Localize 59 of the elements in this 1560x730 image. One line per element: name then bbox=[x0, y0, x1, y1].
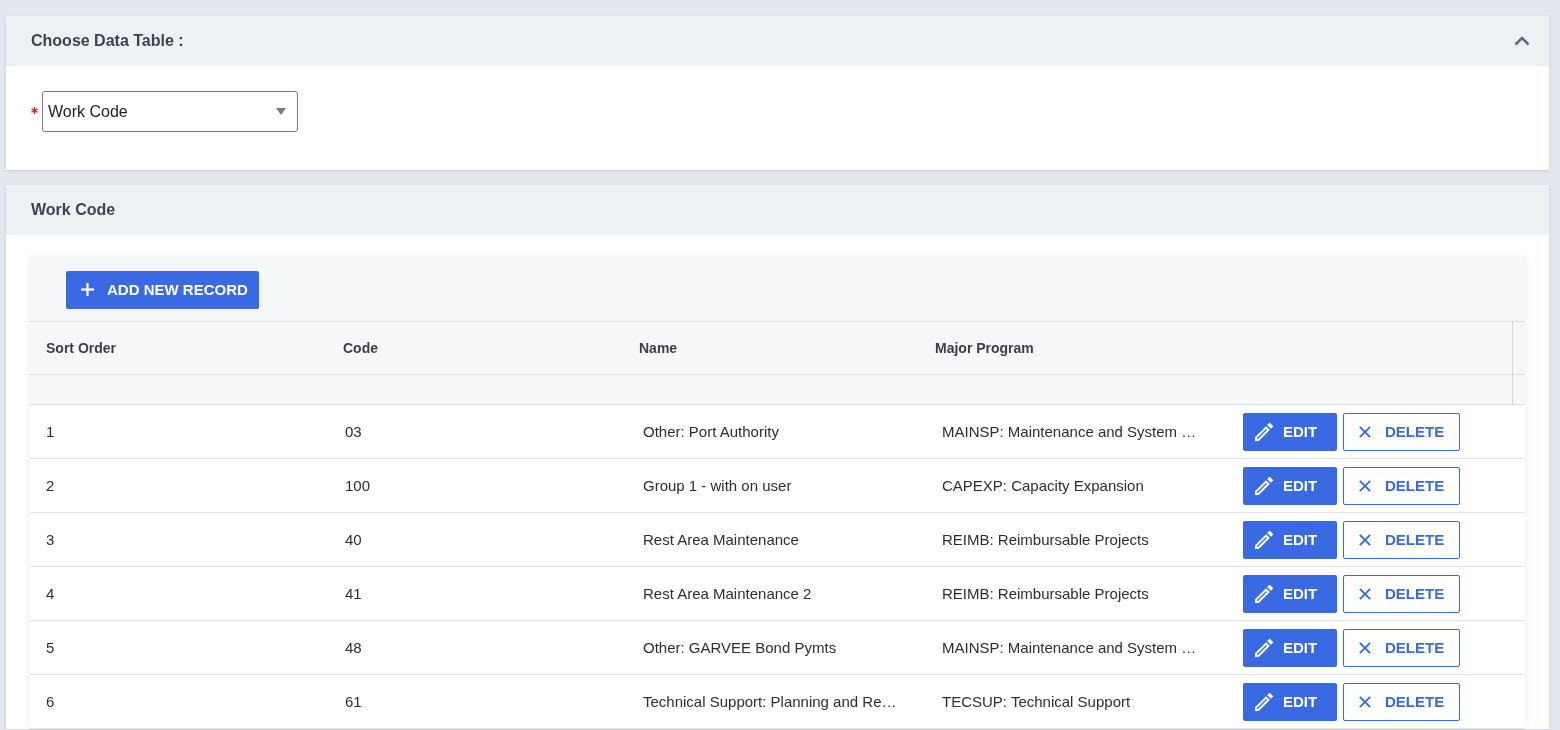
pencil-icon bbox=[1255, 422, 1273, 441]
add-record-button[interactable]: ADD NEW RECORD bbox=[66, 270, 259, 309]
table-cell: 6 bbox=[46, 693, 55, 710]
delete-button[interactable]: DELETE bbox=[1343, 628, 1460, 667]
pencil-icon bbox=[1255, 638, 1273, 657]
panel-title: Work Code bbox=[31, 201, 116, 219]
table-cell: Rest Area Maintenance 2 bbox=[643, 585, 812, 602]
table-cell: Other: Port Authority bbox=[643, 423, 779, 440]
table-cell: 40 bbox=[345, 531, 362, 548]
edit-button[interactable]: EDIT bbox=[1243, 682, 1337, 721]
table-cell: TECSUP: Technical Support bbox=[942, 693, 1131, 710]
close-icon bbox=[1359, 695, 1371, 708]
panel-title: Choose Data Table : bbox=[31, 32, 184, 50]
table-cell: 2 bbox=[46, 477, 55, 494]
table-cell: 5 bbox=[46, 639, 55, 656]
table-cell: 1 bbox=[46, 423, 55, 440]
table-cell: MAINSP: Maintenance and System … bbox=[942, 423, 1197, 440]
column-header[interactable]: Code bbox=[343, 340, 378, 356]
column-header[interactable]: Name bbox=[639, 340, 678, 356]
delete-button[interactable]: DELETE bbox=[1343, 682, 1460, 721]
column-header[interactable]: Major Program bbox=[935, 340, 1034, 356]
table-cell: 61 bbox=[345, 693, 362, 710]
pencil-icon bbox=[1255, 530, 1273, 549]
table-cell: Other: GARVEE Bond Pymts bbox=[643, 639, 837, 656]
close-icon bbox=[1359, 533, 1371, 546]
table-cell: 100 bbox=[345, 477, 371, 494]
table-cell: 03 bbox=[345, 423, 362, 440]
edit-button[interactable]: EDIT bbox=[1243, 466, 1337, 505]
close-icon bbox=[1359, 479, 1371, 492]
pencil-icon bbox=[1255, 476, 1273, 495]
table-cell: 3 bbox=[46, 531, 55, 548]
table-cell: CAPEXP: Capacity Expansion bbox=[942, 477, 1144, 494]
close-icon bbox=[1359, 641, 1371, 654]
dropdown-field[interactable]: Work Code bbox=[42, 91, 298, 132]
close-icon bbox=[1359, 587, 1371, 600]
table-cell: Technical Support: Planning and Re… bbox=[643, 693, 897, 710]
pencil-icon bbox=[1255, 584, 1273, 603]
column-header[interactable]: Sort Order bbox=[46, 340, 116, 356]
caret-icon bbox=[276, 108, 286, 115]
delete-button[interactable]: DELETE bbox=[1343, 574, 1460, 613]
plus-icon bbox=[81, 283, 94, 296]
table-cell: REIMB: Reimbursable Projects bbox=[942, 585, 1149, 602]
delete-button[interactable]: DELETE bbox=[1343, 520, 1460, 559]
table-cell: 41 bbox=[345, 585, 362, 602]
table-cell: Group 1 - with on user bbox=[643, 477, 792, 494]
close-icon bbox=[1359, 425, 1371, 438]
edit-button[interactable]: EDIT bbox=[1243, 520, 1337, 559]
edit-button[interactable]: EDIT bbox=[1243, 574, 1337, 613]
edit-button[interactable]: EDIT bbox=[1243, 412, 1337, 451]
edit-button[interactable]: EDIT bbox=[1243, 628, 1337, 667]
pencil-icon bbox=[1255, 692, 1273, 711]
table-cell: MAINSP: Maintenance and System … bbox=[942, 639, 1197, 656]
delete-button[interactable]: DELETE bbox=[1343, 466, 1460, 505]
table-cell: Rest Area Maintenance bbox=[643, 531, 799, 548]
table-cell: REIMB: Reimbursable Projects bbox=[942, 531, 1149, 548]
delete-button[interactable]: DELETE bbox=[1343, 412, 1460, 451]
table-cell: 48 bbox=[345, 639, 362, 656]
chevron-up-icon[interactable] bbox=[1514, 36, 1530, 46]
table-cell: 4 bbox=[46, 585, 55, 602]
